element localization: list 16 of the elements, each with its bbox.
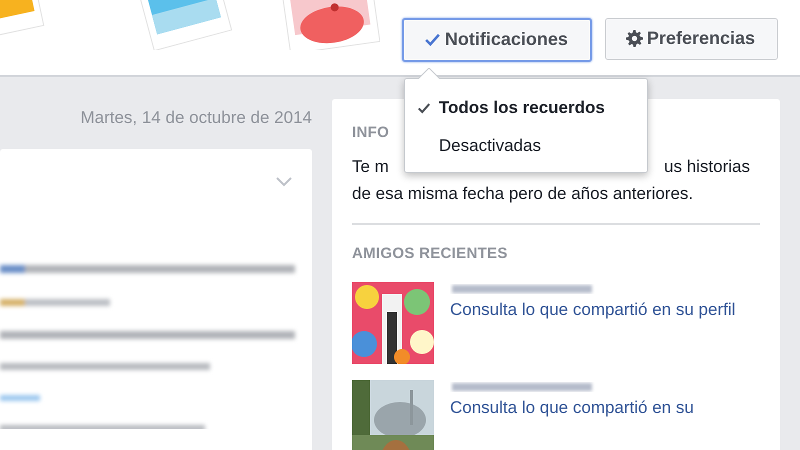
menu-item[interactable]: Todos los recuerdos [404,89,647,126]
info-text: Te m [352,156,389,178]
section-heading: INFO [352,124,390,141]
check-icon [416,100,431,115]
chevron-down-icon[interactable] [276,176,292,186]
profile-link[interactable]: Consulta lo que compartió en su [450,394,694,420]
menu-item[interactable]: Desactivadas [404,126,647,164]
info-text: us historias [664,156,750,178]
info-text: de esa misma fecha pero de años anteriores. [352,183,694,205]
profile-link[interactable]: Consulta lo que compartió en su perfil [450,296,736,322]
check-icon [424,31,441,48]
section-heading: AMIGOS RECIENTES [352,244,509,264]
settings-icon [626,30,643,48]
date-label: Martes, 14 de octubre de 2014 [79,107,312,129]
notifications-button[interactable]: Notificaciones [402,18,592,62]
preferences-button[interactable]: Preferencias [604,18,778,60]
